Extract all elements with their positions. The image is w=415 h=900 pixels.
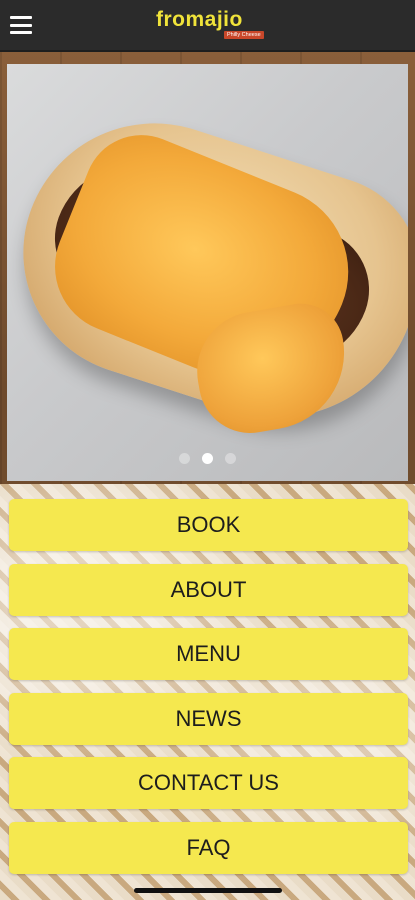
logo-wordmark: fromajio xyxy=(156,8,243,31)
carousel-pagination xyxy=(0,450,415,466)
home-indicator xyxy=(134,888,282,893)
hamburger-menu-icon[interactable] xyxy=(10,16,32,34)
carousel-dot-active[interactable] xyxy=(202,453,213,465)
carousel-dot[interactable] xyxy=(225,453,237,465)
hero-image-carousel[interactable] xyxy=(7,64,408,481)
faq-button[interactable]: FAQ xyxy=(9,821,408,874)
logo-tagline: Philly Cheese xyxy=(224,31,264,39)
menu-button[interactable]: MENU xyxy=(9,628,408,681)
contact-us-button[interactable]: CONTACT US xyxy=(9,757,408,810)
about-button[interactable]: ABOUT xyxy=(9,563,408,616)
book-button[interactable]: BOOK xyxy=(9,499,408,551)
news-button[interactable]: NEWS xyxy=(9,692,408,745)
app-header: fromajio Philly Cheese xyxy=(0,0,415,52)
main-nav: BOOK ABOUT MENU NEWS CONTACT US FAQ xyxy=(9,499,408,887)
fromajio-logo: fromajio Philly Cheese xyxy=(156,8,266,42)
carousel-dot[interactable] xyxy=(178,453,190,465)
